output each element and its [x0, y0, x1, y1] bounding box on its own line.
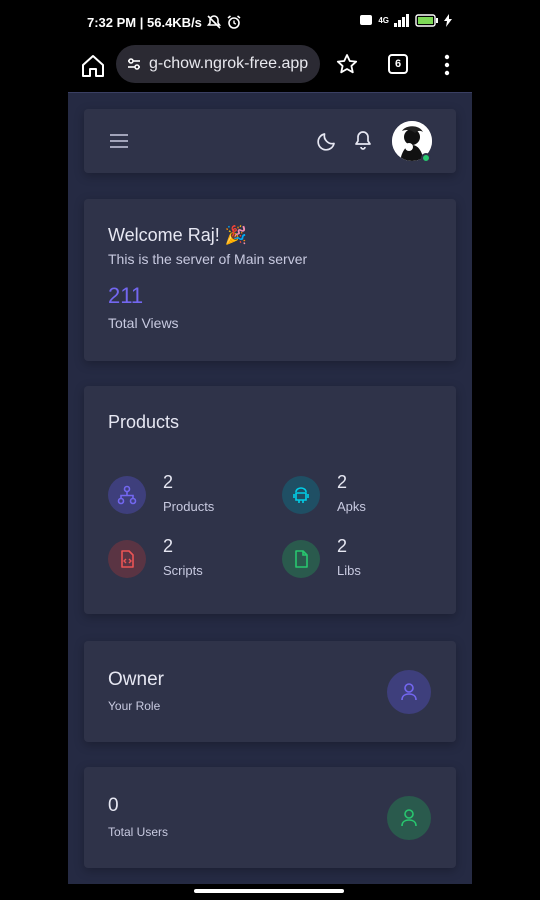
- script-file-icon: [108, 540, 146, 578]
- users-icon: [387, 796, 431, 840]
- role-label: Your Role: [108, 699, 161, 713]
- user-icon: [387, 670, 431, 714]
- status-bar: 7:32 PM | 56.4KB/s 4G: [68, 0, 472, 44]
- stat-label: Products: [163, 499, 215, 514]
- app-content: Welcome Raj! 🎉 This is the server of Mai…: [68, 92, 472, 884]
- battery-icon: [415, 13, 438, 27]
- stat-apks[interactable]: 2 Apks: [282, 472, 442, 516]
- welcome-subtitle: This is the server of Main server: [108, 251, 308, 267]
- dark-mode-moon-icon[interactable]: [316, 130, 338, 152]
- products-card: Products 2 Products 2 Apks 2 Scripts 2 L…: [84, 386, 456, 614]
- total-views-value: 211: [108, 283, 144, 308]
- more-options-icon[interactable]: [438, 54, 456, 76]
- stat-scripts[interactable]: 2 Scripts: [108, 536, 268, 580]
- url-text: g-chow.ngrok-free.app: [149, 55, 309, 72]
- stat-value: 2: [163, 536, 174, 556]
- volte-icon: [360, 15, 373, 25]
- phone-screen: 7:32 PM | 56.4KB/s 4G g-chow.ngrok-free.…: [68, 0, 472, 900]
- browser-toolbar: g-chow.ngrok-free.app 6: [68, 44, 472, 92]
- role-value: Owner: [108, 669, 164, 690]
- total-users-label: Total Users: [108, 825, 169, 839]
- online-status-dot: [421, 153, 431, 163]
- tab-switcher-button[interactable]: 6: [388, 54, 408, 74]
- notification-bell-icon[interactable]: [352, 129, 374, 151]
- sitemap-icon: [108, 476, 146, 514]
- stat-label: Libs: [337, 563, 361, 578]
- welcome-card: Welcome Raj! 🎉 This is the server of Mai…: [84, 199, 456, 361]
- status-time: 7:32 PM | 56.4KB/s: [87, 14, 202, 30]
- signal-icon: [394, 14, 409, 27]
- tab-count: 6: [394, 58, 402, 70]
- signal-type: 4G: [378, 15, 389, 25]
- stat-value: 2: [163, 472, 174, 492]
- android-icon: [282, 476, 320, 514]
- total-users-value: 0: [108, 795, 119, 816]
- stat-value: 2: [337, 472, 348, 492]
- charging-icon: [444, 13, 452, 27]
- alarm-icon: [227, 15, 241, 29]
- home-icon[interactable]: [80, 53, 106, 79]
- file-icon: [282, 540, 320, 578]
- site-settings-icon[interactable]: [126, 56, 142, 72]
- dnd-off-icon: [206, 15, 222, 29]
- stat-label: Scripts: [163, 563, 203, 578]
- stat-libs[interactable]: 2 Libs: [282, 536, 442, 580]
- total-users-card: 0 Total Users: [84, 767, 456, 868]
- total-views-label: Total Views: [108, 315, 179, 331]
- welcome-title: Welcome Raj! 🎉: [108, 225, 248, 245]
- address-bar[interactable]: g-chow.ngrok-free.app: [116, 45, 320, 83]
- gesture-navigation-bar[interactable]: [194, 889, 344, 893]
- role-card: Owner Your Role: [84, 641, 456, 742]
- stat-products[interactable]: 2 Products: [108, 472, 268, 516]
- menu-hamburger-icon[interactable]: [110, 134, 128, 148]
- stat-label: Apks: [337, 499, 366, 514]
- bookmark-star-icon[interactable]: [336, 53, 358, 75]
- products-title: Products: [108, 412, 180, 432]
- stat-value: 2: [337, 536, 348, 556]
- top-navbar: [84, 109, 456, 173]
